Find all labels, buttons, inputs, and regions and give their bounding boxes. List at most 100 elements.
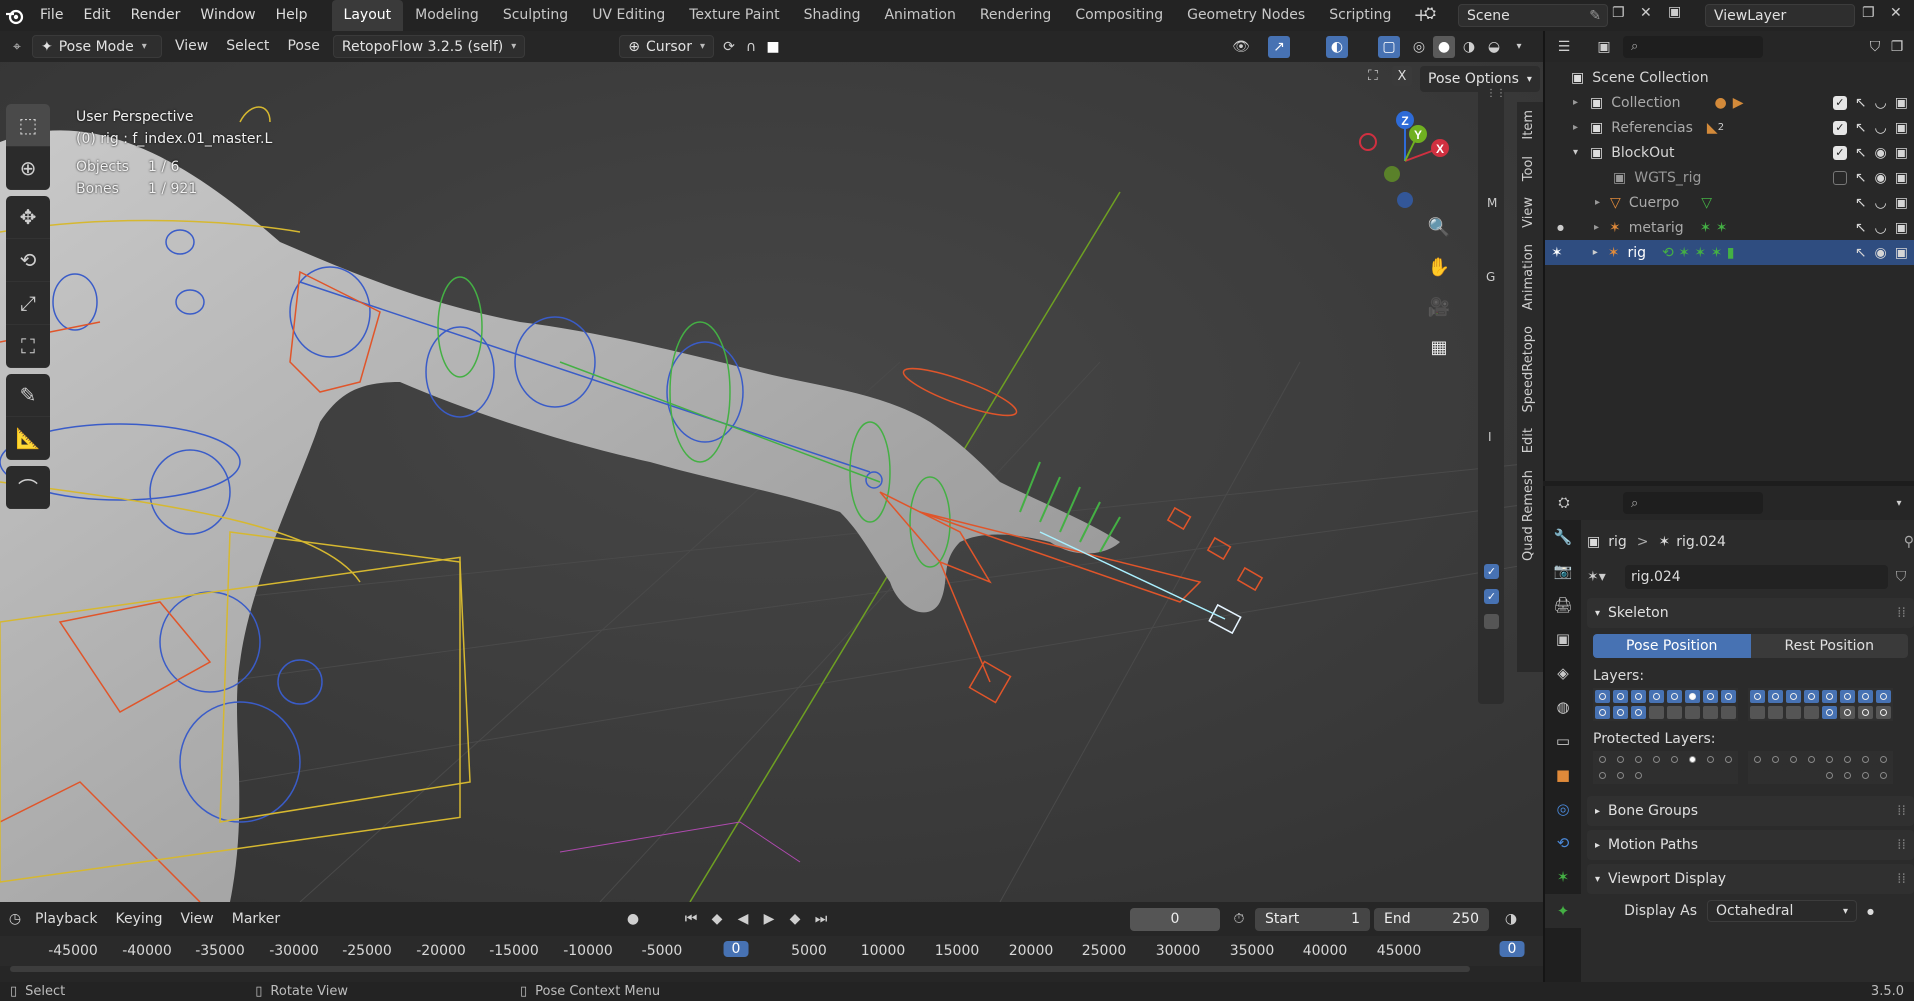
tab-rendering[interactable]: Rendering bbox=[968, 0, 1064, 31]
tab-texture-paint[interactable]: Texture Paint bbox=[677, 0, 791, 31]
camera-render-icon[interactable]: ▣ bbox=[1895, 120, 1908, 136]
menu-pose[interactable]: Pose bbox=[278, 31, 328, 62]
pin-icon[interactable]: ⚲ bbox=[1904, 534, 1914, 550]
menu-select[interactable]: Select bbox=[217, 31, 278, 62]
drag-handle-icon[interactable]: ⁞⁞ bbox=[1897, 871, 1906, 887]
rest-position-button[interactable]: Rest Position bbox=[1750, 634, 1908, 658]
menu-help[interactable]: Help bbox=[266, 0, 318, 31]
animate-dot-icon[interactable]: ● bbox=[1867, 907, 1874, 916]
tab-sculpting[interactable]: Sculpting bbox=[491, 0, 580, 31]
select-arrow-icon[interactable]: ↖ bbox=[1855, 170, 1867, 186]
mode-dropdown[interactable]: ✦ Pose Mode ▾ bbox=[32, 35, 162, 58]
chevron-down-icon[interactable]: ▾ bbox=[1888, 492, 1910, 514]
scene-icon[interactable]: ⛭ bbox=[1424, 4, 1446, 27]
camera-render-icon[interactable]: ▣ bbox=[1895, 220, 1908, 236]
filter-icon[interactable]: ⛉ bbox=[1864, 36, 1886, 58]
snap-target-icon[interactable]: ■ bbox=[762, 36, 784, 58]
solid-shading-icon[interactable]: ● bbox=[1433, 35, 1455, 58]
menu-keying[interactable]: Keying bbox=[106, 904, 171, 935]
end-frame-field[interactable]: End 250 bbox=[1374, 907, 1489, 931]
overlay-toggle-icon[interactable]: ◐ bbox=[1326, 35, 1348, 58]
eye-closed-icon[interactable]: ◡ bbox=[1875, 95, 1887, 111]
select-box-tool[interactable]: ⬚ bbox=[6, 104, 50, 147]
checkbox-checked[interactable]: ✓ bbox=[1832, 95, 1847, 110]
current-frame-badge[interactable]: 0 bbox=[1499, 941, 1525, 957]
3d-viewport[interactable]: ⬚ ⊕ ✥ ⟲ ⤢ ⛶ ✎ 📐 ⌒ User Perspective (0) r… bbox=[0, 62, 1543, 902]
pin-icon[interactable]: ✎ bbox=[1589, 8, 1601, 24]
rotate-tool[interactable]: ⟲ bbox=[6, 239, 50, 282]
output-tab-icon[interactable]: 🖨 bbox=[1545, 588, 1581, 622]
outliner-row-scene-collection[interactable]: ▣ Scene Collection bbox=[1545, 65, 1914, 90]
tool-tab-icon[interactable]: 🔧 bbox=[1545, 520, 1581, 554]
fake-user-shield-icon[interactable]: ⛉ bbox=[1888, 569, 1914, 585]
timeline-editor-icon[interactable]: ◷ bbox=[4, 908, 26, 930]
properties-editor-icon[interactable]: ⛭ bbox=[1553, 492, 1575, 514]
scene-selector[interactable]: Scene ✎ bbox=[1458, 4, 1608, 27]
pose-position-button[interactable]: Pose Position bbox=[1593, 634, 1751, 658]
tab-tool[interactable]: Tool bbox=[1517, 148, 1540, 189]
timeline-scrollbar[interactable] bbox=[10, 966, 1470, 972]
delete-view-layer-icon[interactable]: ✕ bbox=[1890, 5, 1902, 21]
armature-browse-icon[interactable]: ✶▾ bbox=[1587, 569, 1625, 585]
select-arrow-icon[interactable]: ↖ bbox=[1855, 195, 1867, 211]
eye-closed-icon[interactable]: ◡ bbox=[1875, 220, 1887, 236]
tab-animation[interactable]: Animation bbox=[872, 0, 967, 31]
outliner-row-blockout[interactable]: ▾ ▣ BlockOut ✓ ↖ ◉ ▣ bbox=[1545, 140, 1914, 165]
expand-arrow-icon[interactable]: ▸ bbox=[1595, 197, 1600, 208]
drag-handle-icon[interactable]: ⁞⁞ bbox=[1897, 605, 1906, 621]
timeline-ruler[interactable]: -45000 -40000 -35000 -30000 -25000 -2000… bbox=[0, 936, 1543, 966]
jump-end-icon[interactable]: ⏭ bbox=[810, 908, 832, 930]
transform-tool[interactable]: ⛶ bbox=[6, 325, 50, 368]
eye-closed-icon[interactable]: ◡ bbox=[1875, 195, 1887, 211]
next-keyframe-icon[interactable]: ◆ bbox=[784, 908, 806, 930]
camera-render-icon[interactable]: ▣ bbox=[1895, 95, 1908, 111]
camera-render-icon[interactable]: ▣ bbox=[1895, 245, 1908, 261]
shading-options-icon[interactable]: ▾ bbox=[1508, 36, 1530, 58]
view-layer-tab-icon[interactable]: ▣ bbox=[1545, 622, 1581, 656]
camera-icon[interactable]: 🎥 bbox=[1424, 292, 1454, 322]
pose-mode-icon[interactable]: ✶ bbox=[1551, 245, 1563, 261]
current-frame-field[interactable]: 0 bbox=[1130, 907, 1220, 931]
menu-playback[interactable]: Playback bbox=[26, 904, 106, 935]
checkbox-checked[interactable]: ✓ bbox=[1484, 589, 1499, 604]
checkbox-unchecked[interactable] bbox=[1832, 170, 1847, 185]
bone-tab-icon[interactable]: ✦ bbox=[1545, 894, 1581, 928]
select-arrow-icon[interactable]: ↖ bbox=[1855, 220, 1867, 236]
tab-shading[interactable]: Shading bbox=[792, 0, 873, 31]
checkbox-checked[interactable]: ✓ bbox=[1832, 145, 1847, 160]
new-collection-icon[interactable]: ❐ bbox=[1886, 36, 1908, 58]
eye-closed-icon[interactable]: ◡ bbox=[1875, 120, 1887, 136]
outliner-row-cuerpo[interactable]: ▸ ▽ Cuerpo ▽ ↖ ◡ ▣ bbox=[1545, 190, 1914, 215]
playhead-marker[interactable]: 0 bbox=[723, 941, 749, 957]
record-icon[interactable]: ● bbox=[622, 908, 644, 930]
world-tab-icon[interactable]: ◍ bbox=[1545, 690, 1581, 724]
display-as-dropdown[interactable]: Octahedral ▾ bbox=[1707, 900, 1857, 922]
new-view-layer-icon[interactable]: ❐ bbox=[1862, 5, 1875, 21]
tab-speedretopo[interactable]: SpeedRetopo bbox=[1517, 318, 1540, 420]
tab-uv-editing[interactable]: UV Editing bbox=[580, 0, 677, 31]
menu-edit[interactable]: Edit bbox=[73, 0, 120, 31]
outliner-row-metarig[interactable]: ● ▸ ✶ metarig ✶ ✶ ↖ ◡ ▣ bbox=[1545, 215, 1914, 240]
retopoflow-menu[interactable]: RetopoFlow 3.2.5 (self) ▾ bbox=[332, 35, 526, 58]
visibility-icon[interactable]: 👁 bbox=[1230, 36, 1252, 58]
tab-animation-side[interactable]: Animation bbox=[1517, 236, 1540, 318]
armature-name-field[interactable]: rig.024 bbox=[1625, 565, 1888, 589]
menu-render[interactable]: Render bbox=[121, 0, 191, 31]
menu-window[interactable]: Window bbox=[190, 0, 265, 31]
expand-arrow-icon[interactable]: ▸ bbox=[1593, 247, 1598, 258]
expand-arrow-icon[interactable]: ▸ bbox=[1573, 97, 1578, 108]
prev-keyframe-icon[interactable]: ◆ bbox=[706, 908, 728, 930]
checkbox-checked[interactable]: ✓ bbox=[1832, 120, 1847, 135]
play-icon[interactable]: ▶ bbox=[758, 908, 780, 930]
eye-icon[interactable]: ◉ bbox=[1875, 245, 1887, 261]
view-layer-icon[interactable]: ▣ bbox=[1668, 4, 1681, 20]
move-tool[interactable]: ✥ bbox=[6, 196, 50, 239]
pivot-dropdown[interactable]: ⊕ Cursor ▾ bbox=[619, 35, 715, 58]
select-arrow-icon[interactable]: ↖ bbox=[1855, 145, 1867, 161]
outliner-row-collection[interactable]: ▸ ▣ Collection ● ▶ ✓ ↖ ◡ ▣ bbox=[1545, 90, 1914, 115]
properties-search-input[interactable]: ⌕ bbox=[1623, 492, 1763, 514]
snap-icon[interactable]: ∩ bbox=[740, 36, 762, 58]
tab-item[interactable]: Item bbox=[1517, 102, 1540, 148]
collection-tab-icon[interactable]: ▭ bbox=[1545, 724, 1581, 758]
wireframe-shading-icon[interactable]: ◎ bbox=[1408, 36, 1430, 58]
